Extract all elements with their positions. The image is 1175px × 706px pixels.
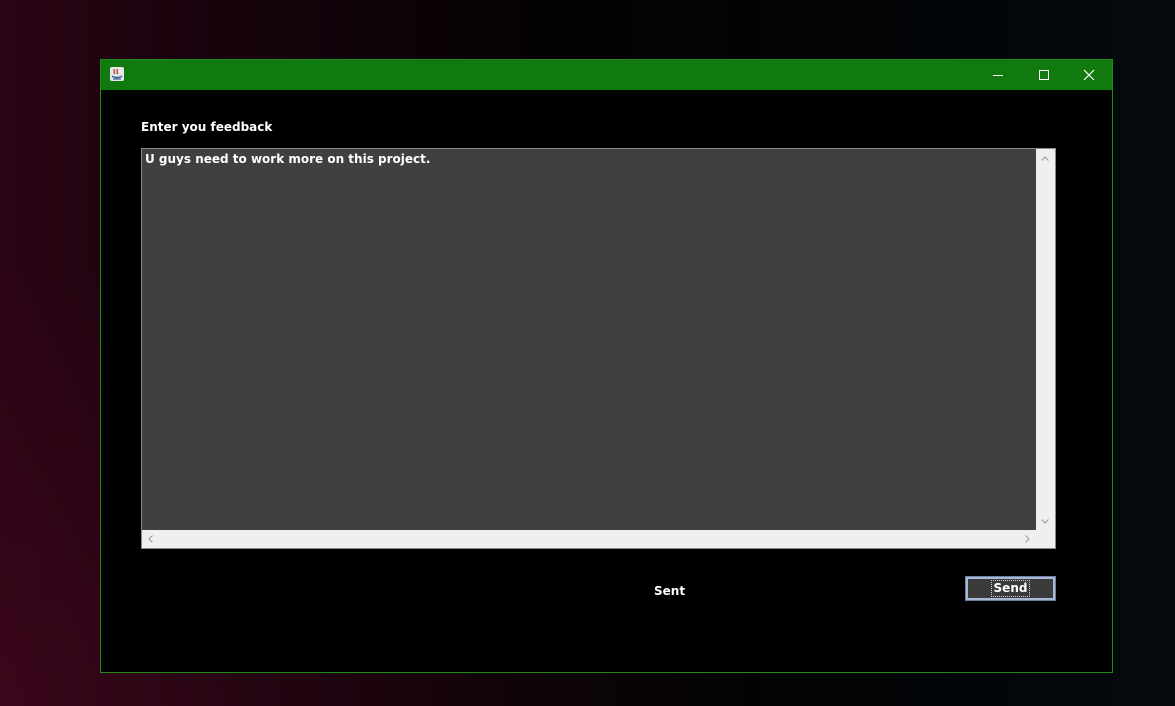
vertical-scrollbar[interactable]: [1036, 149, 1055, 530]
scroll-right-icon[interactable]: [1022, 534, 1032, 544]
horizontal-scrollbar[interactable]: [142, 530, 1036, 548]
title-bar[interactable]: [101, 60, 1112, 90]
minimize-button[interactable]: [975, 60, 1021, 90]
maximize-button[interactable]: [1021, 60, 1067, 90]
send-button[interactable]: Send: [965, 576, 1056, 601]
maximize-icon: [1039, 70, 1049, 80]
scroll-down-icon[interactable]: [1040, 516, 1050, 526]
feedback-textarea[interactable]: U guys need to work more on this project…: [142, 149, 1036, 530]
scroll-left-icon[interactable]: [146, 534, 156, 544]
send-button-label: Send: [990, 580, 1031, 597]
minimize-icon: [993, 75, 1003, 76]
feedback-label: Enter you feedback: [141, 120, 273, 134]
java-app-icon[interactable]: [109, 66, 125, 82]
status-label: Sent: [654, 584, 686, 598]
scrollbar-corner: [1036, 530, 1055, 548]
scroll-up-icon[interactable]: [1040, 154, 1050, 164]
close-icon: [1083, 69, 1095, 81]
feedback-window: Enter you feedback U guys need to work m…: [100, 59, 1113, 673]
close-button[interactable]: [1066, 60, 1112, 90]
feedback-scroll-pane: U guys need to work more on this project…: [141, 148, 1056, 549]
